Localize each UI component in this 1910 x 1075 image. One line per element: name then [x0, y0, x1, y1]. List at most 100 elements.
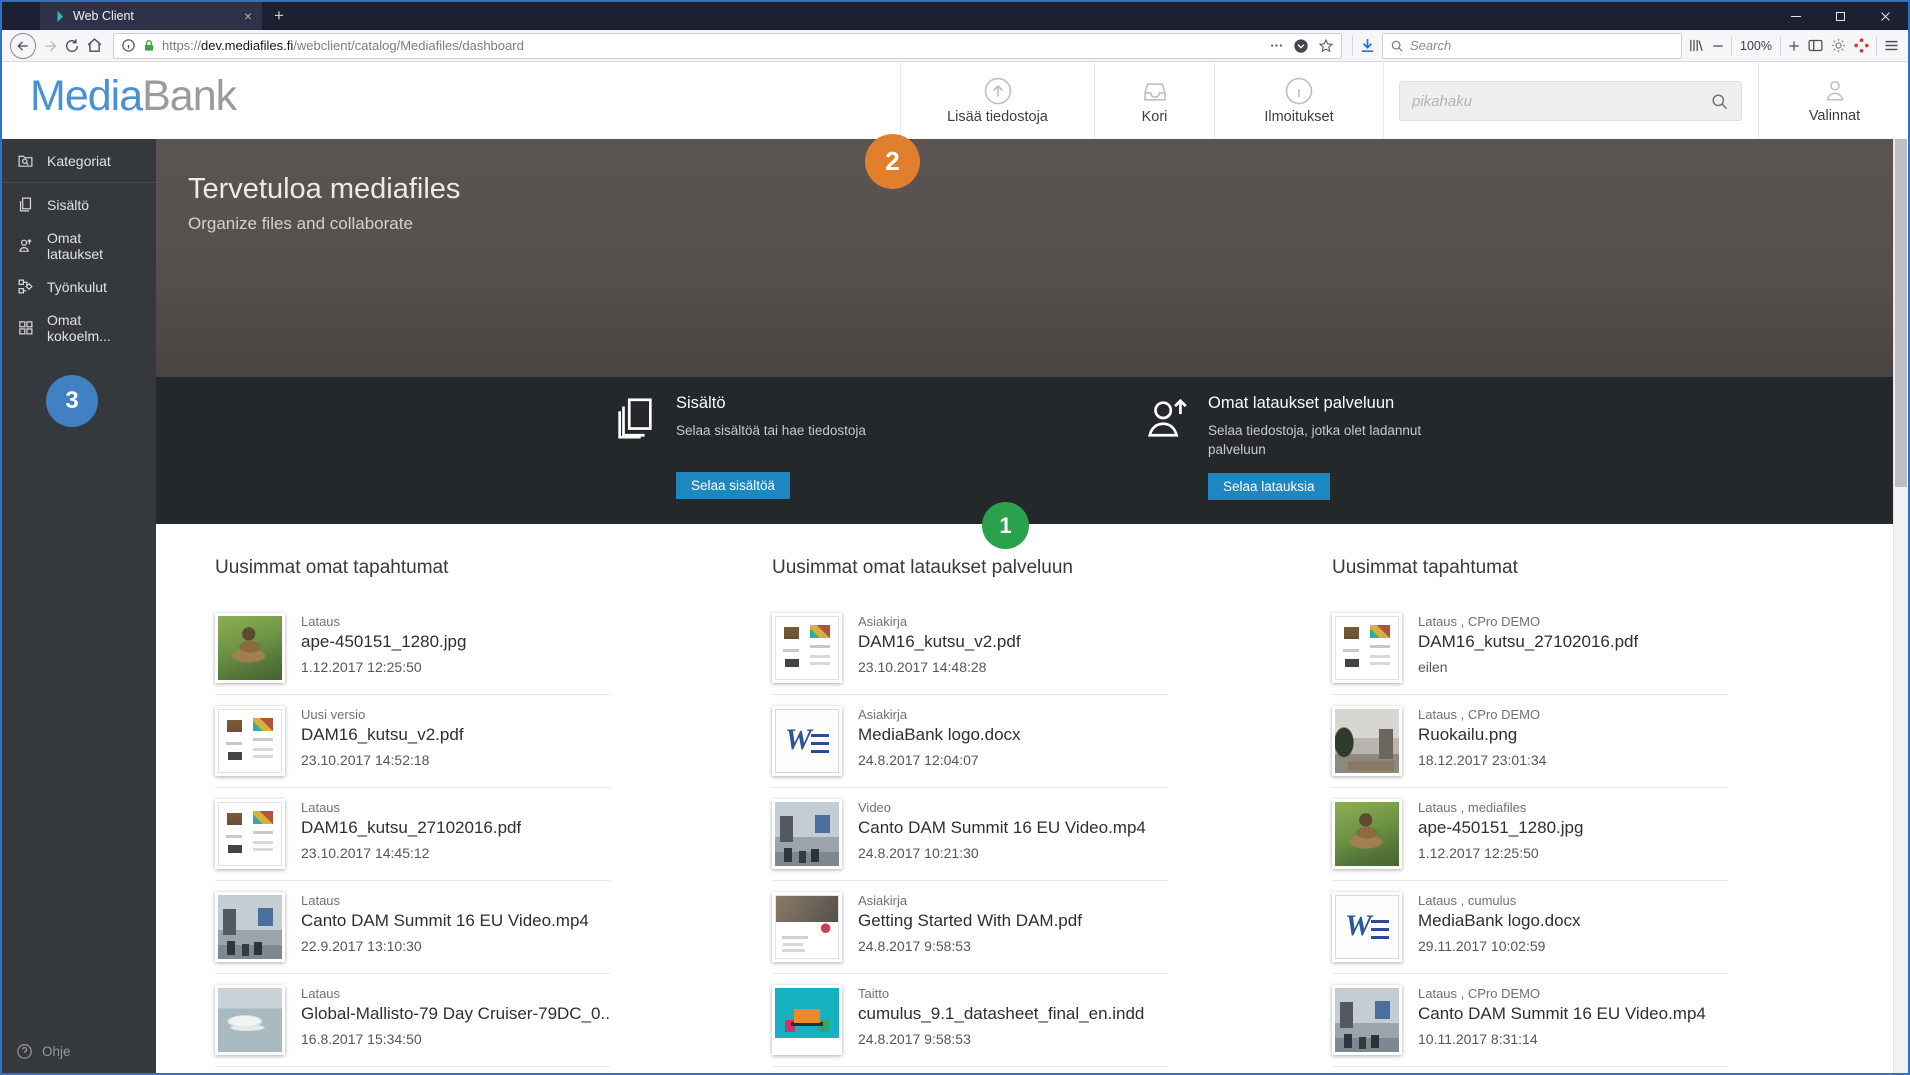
list-item[interactable]: Video Canto DAM Summit 16 EU Video.mp4 2…: [772, 788, 1168, 881]
item-filename[interactable]: Getting Started With DAM.pdf: [858, 911, 1082, 931]
sidebar-item-sisalto[interactable]: Sisältö: [2, 184, 156, 225]
item-filename[interactable]: DAM16_kutsu_v2.pdf: [858, 632, 1021, 652]
annotation-badge-2: 2: [865, 134, 920, 189]
item-meta: Lataus DAM16_kutsu_27102016.pdf 23.10.20…: [301, 799, 521, 869]
item-meta: Lataus , mediafiles ape-450151_1280.jpg …: [1418, 799, 1583, 869]
settings-gear-icon[interactable]: [1830, 37, 1847, 54]
nav-options[interactable]: Valinnat: [1758, 62, 1910, 139]
list-item[interactable]: Lataus ape-450151_1280.jpg 1.12.2017 12:…: [215, 602, 611, 695]
file-thumbnail[interactable]: [215, 613, 285, 683]
browser-tab[interactable]: Web Client ×: [40, 2, 262, 30]
list-item[interactable]: Lataus DAM16_kutsu_27102016.pdf 23.10.20…: [215, 788, 611, 881]
tab-close-icon[interactable]: ×: [244, 9, 252, 23]
sidebar-item-kategoriat[interactable]: Kategoriat: [2, 140, 156, 181]
list-item[interactable]: Lataus Canto DAM Summit 16 EU Video.mp4 …: [215, 881, 611, 974]
bookmark-star-icon[interactable]: [1318, 38, 1334, 54]
item-filename[interactable]: ape-450151_1280.jpg: [301, 632, 466, 652]
list-item[interactable]: Uusi versio DAM16_kutsu_v2.pdf 23.10.201…: [215, 695, 611, 788]
maximize-icon: [1836, 12, 1845, 21]
file-thumbnail[interactable]: [772, 799, 842, 869]
quick-search-input[interactable]: [1412, 93, 1702, 110]
file-thumbnail[interactable]: [1332, 706, 1402, 776]
nav-add-files[interactable]: Lisää tiedostoja: [900, 62, 1094, 139]
list-item[interactable]: Lataus , CPro DEMO Canto DAM Summit 16 E…: [1332, 974, 1728, 1067]
back-button[interactable]: [10, 33, 36, 59]
item-filename[interactable]: MediaBank logo.docx: [1418, 911, 1581, 931]
toolbar-divider: [1352, 36, 1353, 56]
sidebar-item-omat-lataukset[interactable]: Omat lataukset: [2, 225, 156, 266]
toolbar-divider: [1876, 36, 1877, 56]
file-thumbnail[interactable]: [772, 892, 842, 962]
extension-icon[interactable]: [1853, 37, 1870, 54]
item-filename[interactable]: Canto DAM Summit 16 EU Video.mp4: [301, 911, 589, 931]
list-item[interactable]: Lataus Global-Mallisto-79 Day Cruiser-79…: [215, 974, 611, 1067]
nav-notifications[interactable]: Ilmoitukset: [1214, 62, 1384, 139]
help-link[interactable]: Ohje: [16, 1043, 71, 1060]
thumbnail-image: [775, 895, 839, 959]
home-button[interactable]: [86, 37, 103, 54]
item-filename[interactable]: Ruokailu.png: [1418, 725, 1546, 745]
file-thumbnail[interactable]: [215, 799, 285, 869]
list-item[interactable]: Lataus , mediafiles ape-450151_1280.jpg …: [1332, 788, 1728, 881]
forward-button[interactable]: [42, 38, 58, 54]
quick-search[interactable]: [1399, 81, 1742, 121]
list-item[interactable]: Asiakirja Getting Started With DAM.pdf 2…: [772, 881, 1168, 974]
item-filename[interactable]: MediaBank logo.docx: [858, 725, 1021, 745]
browse-content-button[interactable]: Selaa sisältöä: [676, 472, 790, 499]
list-item[interactable]: Lataus , CPro DEMO Ruokailu.png 18.12.20…: [1332, 695, 1728, 788]
refresh-button[interactable]: [64, 38, 80, 54]
secure-lock-icon[interactable]: [142, 39, 156, 53]
item-filename[interactable]: DAM16_kutsu_27102016.pdf: [301, 818, 521, 838]
browser-search[interactable]: [1382, 33, 1682, 59]
zoom-level[interactable]: 100%: [1738, 39, 1774, 53]
item-filename[interactable]: Global-Mallisto-79 Day Cruiser-79DC_0...: [301, 1004, 611, 1024]
list-item[interactable]: Asiakirja DAM16_kutsu_v2.pdf 23.10.2017 …: [772, 602, 1168, 695]
file-thumbnail[interactable]: [215, 706, 285, 776]
url-bar[interactable]: https://dev.mediafiles.fi/webclient/cata…: [113, 33, 1342, 59]
item-filename[interactable]: DAM16_kutsu_27102016.pdf: [1418, 632, 1638, 652]
item-filename[interactable]: Canto DAM Summit 16 EU Video.mp4: [858, 818, 1146, 838]
list-item[interactable]: Asiakirja MediaBank logo.docx 24.8.2017 …: [772, 695, 1168, 788]
page-actions-icon[interactable]: [1269, 38, 1284, 53]
menu-hamburger-icon[interactable]: [1883, 37, 1900, 54]
file-thumbnail[interactable]: [215, 892, 285, 962]
downloads-button[interactable]: [1359, 37, 1376, 54]
mediabank-logo[interactable]: MediaBank: [30, 72, 236, 121]
list-item[interactable]: Lataus , CPro DEMO DAM16_kutsu_27102016.…: [1332, 602, 1728, 695]
file-thumbnail[interactable]: [1332, 613, 1402, 683]
minimize-button[interactable]: [1773, 2, 1818, 30]
file-thumbnail[interactable]: [1332, 799, 1402, 869]
page-info-icon[interactable]: [121, 38, 136, 53]
item-date: 23.10.2017 14:48:28: [858, 659, 1021, 675]
maximize-button[interactable]: [1818, 2, 1863, 30]
browser-search-input[interactable]: [1410, 38, 1674, 53]
library-button[interactable]: [1688, 37, 1705, 54]
file-thumbnail[interactable]: [1332, 985, 1402, 1055]
scrollbar-thumb[interactable]: [1895, 139, 1907, 487]
close-button[interactable]: [1863, 2, 1908, 30]
browse-uploads-button[interactable]: Selaa latauksia: [1208, 473, 1330, 500]
nav-basket[interactable]: Kori: [1094, 62, 1214, 139]
pocket-icon[interactable]: [1293, 38, 1309, 54]
sidebar-item-omat-kokoelmat[interactable]: Omat kokoelm...: [2, 307, 156, 348]
new-tab-button[interactable]: +: [262, 2, 296, 30]
sidebar-toggle-button[interactable]: [1807, 37, 1824, 54]
item-type-label: Asiakirja: [858, 614, 1021, 629]
list-item[interactable]: Taitto cumulus_9.1_datasheet_final_en.in…: [772, 974, 1168, 1067]
zoom-out-button[interactable]: [1711, 39, 1725, 53]
file-thumbnail[interactable]: [772, 985, 842, 1055]
file-thumbnail[interactable]: [772, 706, 842, 776]
item-filename[interactable]: cumulus_9.1_datasheet_final_en.indd: [858, 1004, 1144, 1024]
quick-search-icon[interactable]: [1710, 92, 1729, 111]
item-type-label: Lataus: [301, 614, 466, 629]
zoom-in-button[interactable]: [1787, 39, 1801, 53]
item-filename[interactable]: Canto DAM Summit 16 EU Video.mp4: [1418, 1004, 1706, 1024]
page-scrollbar[interactable]: [1893, 139, 1908, 1073]
file-thumbnail[interactable]: [772, 613, 842, 683]
item-filename[interactable]: ape-450151_1280.jpg: [1418, 818, 1583, 838]
file-thumbnail[interactable]: [215, 985, 285, 1055]
sidebar-item-tyonkulut[interactable]: Työnkulut: [2, 266, 156, 307]
item-filename[interactable]: DAM16_kutsu_v2.pdf: [301, 725, 464, 745]
list-item[interactable]: Lataus , cumulus MediaBank logo.docx 29.…: [1332, 881, 1728, 974]
file-thumbnail[interactable]: [1332, 892, 1402, 962]
